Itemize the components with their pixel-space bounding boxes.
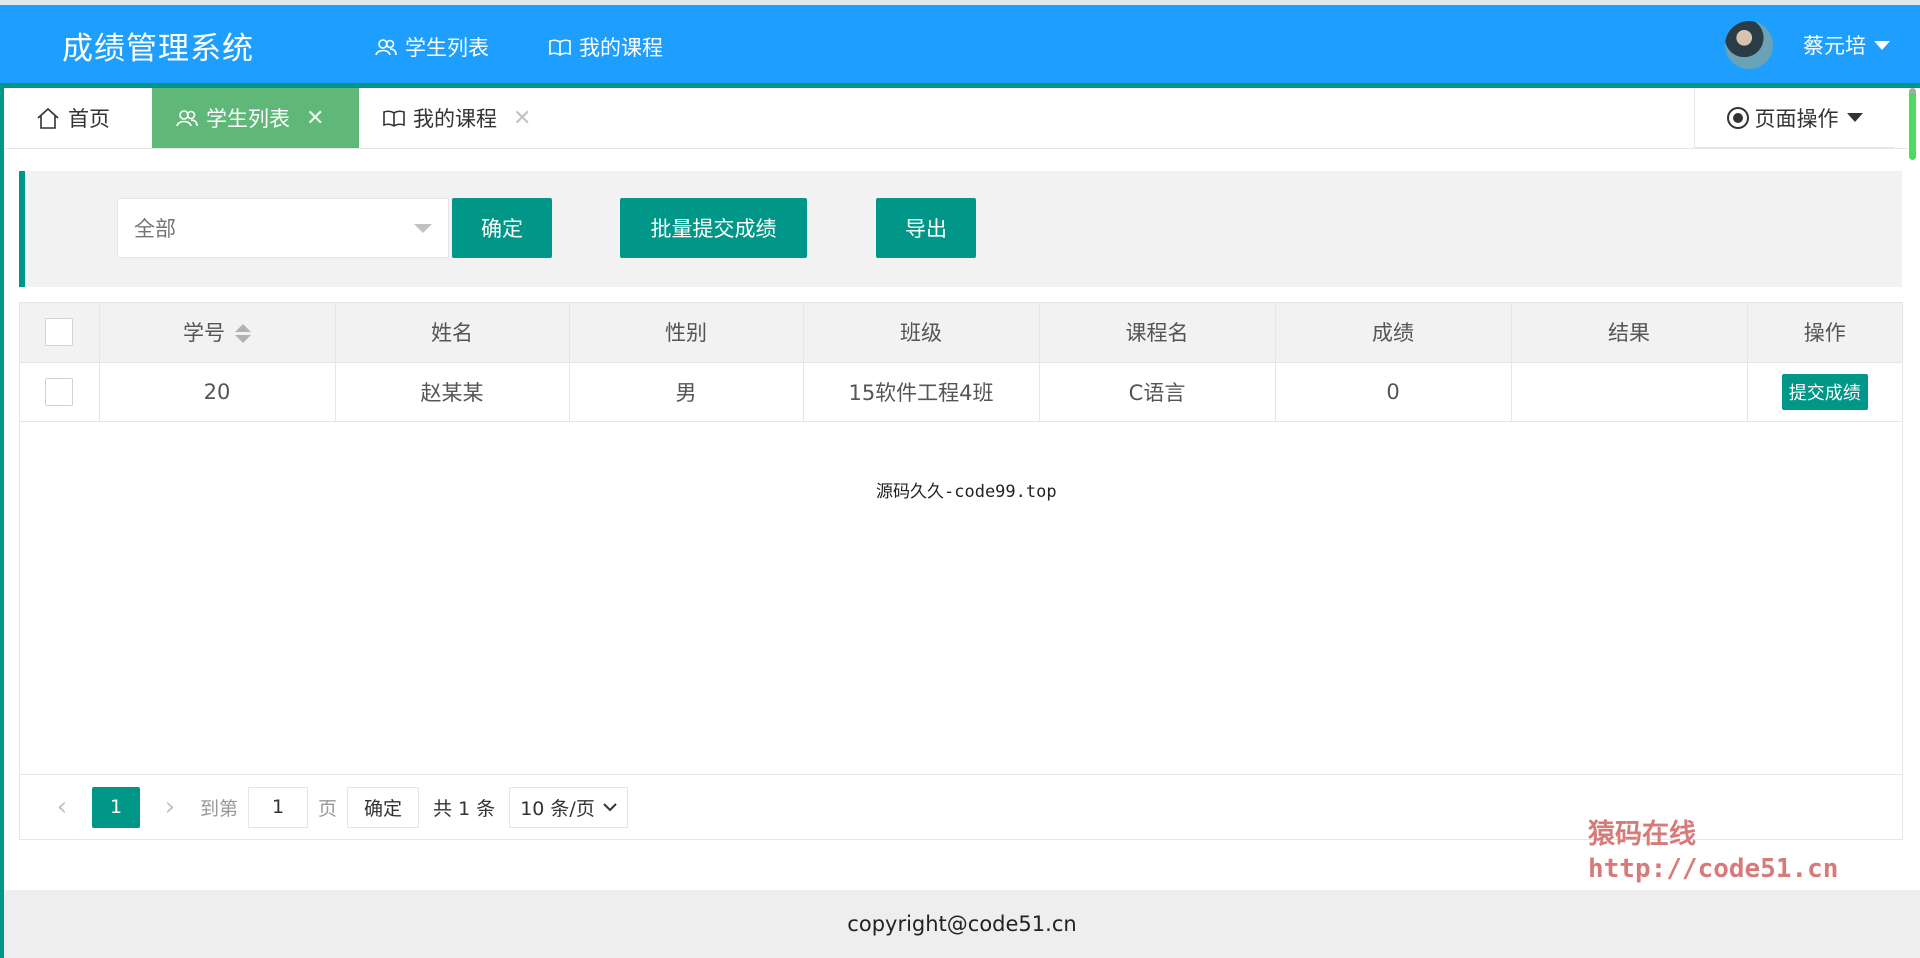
- column-header-course: 课程名: [1039, 303, 1276, 363]
- user-menu[interactable]: 蔡元培: [1725, 21, 1890, 69]
- chevron-down-icon: [603, 803, 617, 812]
- sort-icon[interactable]: [235, 324, 251, 344]
- home-icon: [37, 107, 59, 129]
- target-icon: [1726, 106, 1749, 129]
- caret-down-icon: [1846, 113, 1863, 122]
- grades-table: 学号 姓名 性别 班级 课程名 成绩 结果 操作 20 赵某某 男 15软件工程…: [19, 302, 1903, 840]
- column-label: 学号: [183, 321, 225, 346]
- filter-select-value: 全部: [134, 217, 176, 241]
- caret-down-icon[interactable]: [1874, 40, 1890, 50]
- tab-my-courses[interactable]: 我的课程 ✕: [359, 88, 559, 148]
- column-header-action: 操作: [1747, 303, 1902, 363]
- column-header-name: 姓名: [335, 303, 570, 363]
- watermark-line-2: http://code51.cn: [1588, 854, 1839, 884]
- nav-my-courses-label: 我的课程: [579, 35, 663, 60]
- table-header-row: 学号 姓名 性别 班级 课程名 成绩 结果 操作: [20, 303, 1902, 363]
- table-row: 20 赵某某 男 15软件工程4班 C语言 0 提交成绩: [20, 362, 1902, 422]
- avatar[interactable]: [1725, 21, 1773, 69]
- page-size-value: 10 条/页: [520, 797, 595, 820]
- next-page-icon[interactable]: ›: [150, 792, 190, 822]
- page-size-select[interactable]: 10 条/页: [509, 786, 628, 828]
- user-name[interactable]: 蔡元培: [1803, 30, 1866, 60]
- copyright-text: copyright@code51.cn: [847, 912, 1077, 936]
- scrollbar[interactable]: [1909, 88, 1916, 160]
- book-icon: [383, 110, 405, 127]
- confirm-button[interactable]: 确定: [452, 198, 552, 258]
- users-icon: [176, 110, 198, 127]
- close-icon[interactable]: ✕: [306, 106, 324, 131]
- tab-home-label: 首页: [68, 107, 110, 131]
- row-checkbox-cell: [20, 362, 100, 422]
- prev-page-icon[interactable]: ‹: [42, 792, 82, 822]
- watermark: 猿码在线 http://code51.cn: [1588, 818, 1838, 886]
- top-nav: 学生列表 我的课程: [345, 5, 693, 93]
- filter-panel: 全部 确定 批量提交成绩 导出: [19, 171, 1902, 287]
- column-header-gender: 性别: [569, 303, 804, 363]
- cell-class: 15软件工程4班: [803, 362, 1040, 422]
- left-accent-strip: [0, 88, 4, 958]
- site-notice: 源码久久-code99.top: [876, 482, 1057, 502]
- chevron-down-icon: [414, 224, 432, 233]
- export-button[interactable]: 导出: [876, 198, 976, 258]
- tab-student-list-label: 学生列表: [206, 107, 290, 131]
- tab-bar: 首页 学生列表 ✕ 我的课程 ✕ 页面操作: [4, 88, 1908, 149]
- tab-student-list[interactable]: 学生列表 ✕: [152, 88, 359, 148]
- footer: copyright@code51.cn: [4, 890, 1920, 958]
- page-number-input[interactable]: [248, 786, 309, 828]
- goto-confirm-button[interactable]: 确定: [347, 786, 420, 828]
- page-button-current[interactable]: 1: [92, 786, 140, 828]
- page-operations-button[interactable]: 页面操作: [1694, 88, 1894, 148]
- submit-grade-button[interactable]: 提交成绩: [1781, 373, 1868, 410]
- nav-student-list-label: 学生列表: [405, 35, 489, 60]
- cell-id: 20: [99, 362, 336, 422]
- close-icon[interactable]: ✕: [513, 106, 531, 131]
- cell-name: 赵某某: [335, 362, 570, 422]
- tab-my-courses-label: 我的课程: [413, 107, 497, 131]
- cell-course: C语言: [1039, 362, 1276, 422]
- filter-select[interactable]: 全部: [117, 198, 449, 258]
- book-icon: [549, 39, 571, 56]
- column-header-id[interactable]: 学号: [99, 303, 336, 363]
- app-title: 成绩管理系统: [62, 31, 254, 67]
- cell-gender: 男: [569, 362, 804, 422]
- select-all-cell: [20, 303, 100, 363]
- select-all-checkbox[interactable]: [45, 318, 74, 347]
- cell-result: [1511, 362, 1748, 422]
- watermark-line-1: 猿码在线: [1588, 819, 1696, 850]
- column-header-class: 班级: [803, 303, 1040, 363]
- cell-action: 提交成绩: [1747, 362, 1902, 422]
- column-header-result: 结果: [1511, 303, 1748, 363]
- total-count: 共 1 条: [433, 797, 496, 820]
- nav-my-courses[interactable]: 我的课程: [519, 5, 693, 88]
- cell-score: 0: [1275, 362, 1512, 422]
- page-operations-label: 页面操作: [1754, 106, 1839, 131]
- page-unit-label: 页: [318, 797, 338, 820]
- tab-home[interactable]: 首页: [4, 88, 152, 148]
- nav-student-list[interactable]: 学生列表: [345, 5, 519, 93]
- batch-submit-button[interactable]: 批量提交成绩: [620, 198, 807, 258]
- top-header: 成绩管理系统 学生列表 我的课程 蔡元培: [0, 0, 1920, 93]
- users-icon: [375, 38, 397, 55]
- goto-label: 到第: [200, 797, 239, 820]
- row-checkbox[interactable]: [45, 377, 74, 406]
- column-header-score: 成绩: [1275, 303, 1512, 363]
